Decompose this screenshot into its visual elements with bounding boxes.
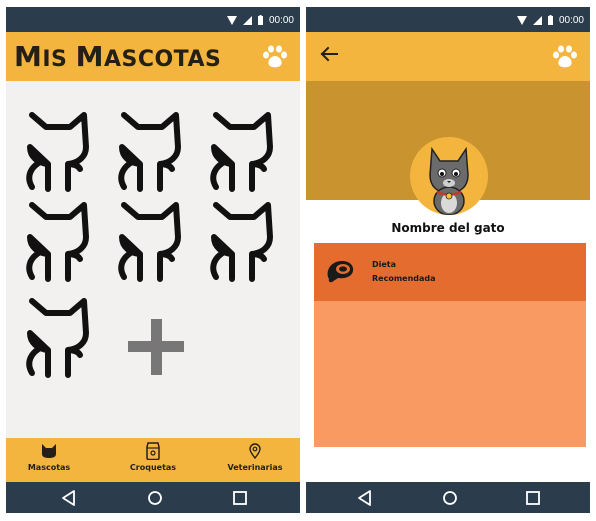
title-word: IS bbox=[42, 47, 76, 72]
nav-label-veterinarias: Veterinarias bbox=[227, 463, 283, 472]
system-navigation-bar bbox=[6, 482, 300, 513]
cat-outline-icon[interactable] bbox=[20, 295, 96, 381]
diet-card-text: Dieta Recomendada bbox=[372, 258, 436, 286]
diet-card[interactable]: Dieta Recomendada bbox=[314, 243, 586, 301]
status-bar: 00:00 bbox=[306, 7, 590, 32]
cat-outline-icon[interactable] bbox=[112, 109, 188, 195]
signal-icon bbox=[532, 15, 542, 25]
title-letter: M bbox=[75, 40, 104, 73]
cat-outline-icon[interactable] bbox=[20, 109, 96, 195]
status-time: 00:00 bbox=[558, 14, 584, 26]
home-circle-icon[interactable] bbox=[441, 489, 459, 507]
wifi-icon bbox=[516, 15, 527, 25]
cat-outline-icon[interactable] bbox=[112, 199, 188, 285]
food-bag-icon bbox=[146, 442, 160, 460]
nav-label-mascotas: Mascotas bbox=[27, 463, 71, 472]
diet-subtitle: Recomendada bbox=[372, 274, 436, 283]
status-bar: 00:00 bbox=[6, 7, 300, 32]
signal-icon bbox=[242, 15, 252, 25]
diet-card-body bbox=[314, 301, 586, 447]
recents-square-icon[interactable] bbox=[231, 489, 249, 507]
wifi-icon bbox=[226, 15, 237, 25]
paw-icon[interactable] bbox=[552, 45, 578, 69]
pets-list-screen: 00:00 MIS MASCOTAS Mascotas Croquetas Ve… bbox=[6, 7, 300, 513]
app-bar: MIS MASCOTAS bbox=[6, 32, 300, 81]
recents-square-icon[interactable] bbox=[524, 489, 542, 507]
system-navigation-bar bbox=[306, 482, 590, 513]
location-pin-icon bbox=[249, 443, 261, 460]
nav-item-croquetas[interactable]: Croquetas bbox=[108, 442, 198, 480]
app-bar bbox=[306, 32, 590, 81]
status-time: 00:00 bbox=[268, 14, 294, 26]
battery-icon bbox=[547, 15, 553, 25]
nav-item-veterinarias[interactable]: Veterinarias bbox=[210, 442, 300, 480]
add-pet-button[interactable] bbox=[128, 319, 184, 375]
cat-outline-icon[interactable] bbox=[204, 109, 280, 195]
back-triangle-icon[interactable] bbox=[60, 489, 78, 507]
title-word: ASCOTAS bbox=[103, 47, 222, 72]
title-letter: M bbox=[14, 40, 43, 73]
pet-avatar[interactable] bbox=[410, 137, 488, 215]
battery-icon bbox=[257, 15, 263, 25]
meat-icon bbox=[327, 261, 354, 283]
paw-icon[interactable] bbox=[262, 45, 288, 69]
diet-title: Dieta bbox=[372, 260, 397, 269]
back-arrow-icon[interactable] bbox=[318, 43, 340, 65]
pet-name: Nombre del gato bbox=[391, 221, 505, 235]
pet-detail-screen: 00:00 Nombre del gato Dieta Recomendada bbox=[306, 7, 590, 513]
bottom-navigation: Mascotas Croquetas Veterinarias bbox=[6, 438, 300, 482]
back-triangle-icon[interactable] bbox=[356, 489, 374, 507]
home-circle-icon[interactable] bbox=[146, 489, 164, 507]
pet-detail-content: Nombre del gato Dieta Recomendada bbox=[306, 81, 590, 482]
page-title: MIS MASCOTAS bbox=[14, 40, 221, 73]
gray-cat-avatar-icon bbox=[429, 146, 469, 215]
cat-head-icon bbox=[42, 444, 56, 458]
pets-grid bbox=[6, 81, 300, 438]
nav-item-mascotas[interactable]: Mascotas bbox=[6, 442, 94, 480]
cat-outline-icon[interactable] bbox=[204, 199, 280, 285]
nav-label-croquetas: Croquetas bbox=[129, 463, 177, 472]
cat-outline-icon[interactable] bbox=[20, 199, 96, 285]
